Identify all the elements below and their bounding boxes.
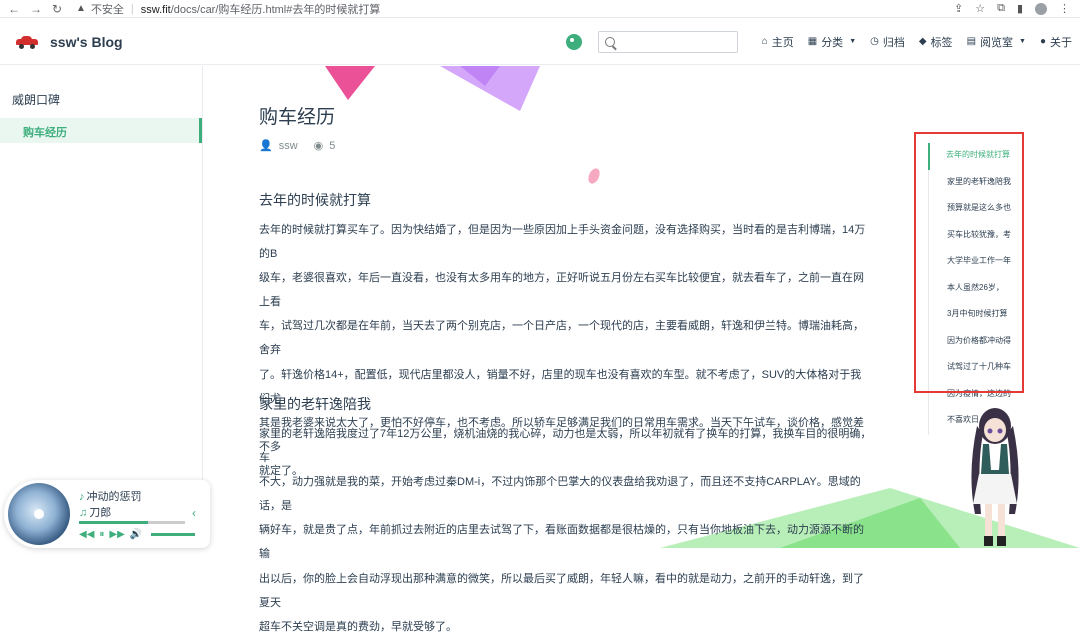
sidebar-item-active[interactable]: 购车经历 [0, 118, 202, 143]
warning-icon: ▲ [76, 3, 86, 14]
paragraph-line: 级车，老婆很喜欢，年后一直没看，也没有太多用车的地方，正好听说五月份左右买车比较… [259, 272, 864, 309]
reload-icon[interactable]: ↻ [52, 0, 62, 18]
decorative-ribbon [325, 66, 540, 111]
sidepanel-icon[interactable]: ▮ [1017, 2, 1023, 15]
pause-icon[interactable]: ⏸ [99, 529, 104, 540]
song-title-row: ♪ 冲动的惩罚 [79, 488, 142, 504]
nav-home-label: 主页 [771, 36, 794, 49]
paragraph-line: 辆好车，就是贵了点，年前抓过去附近的店里去试驾了下，看账面数据都是很枯燥的，只有… [259, 524, 864, 561]
search-input[interactable] [620, 35, 731, 48]
volume-icon[interactable]: 🔊 [130, 529, 142, 540]
nav-about[interactable]: ● 关于 [1040, 34, 1072, 50]
volume-slider[interactable] [151, 533, 196, 536]
car-logo-icon [16, 35, 38, 49]
paragraph-line: 超车不关空调是真的费劲，早就受够了。 [259, 620, 457, 633]
decorative-petal [588, 168, 600, 184]
url-host: ssw.fit [140, 3, 171, 16]
player-controls: ◀◀ ⏸ ▶▶ 🔊 [79, 529, 196, 540]
share-icon[interactable]: ⇪ [954, 2, 963, 15]
browser-nav: ← → ↻ [0, 0, 76, 18]
music-player: ♪ 冲动的惩罚 ♫ 刀郎 ◀◀ ⏸ ▶▶ 🔊 ‹ [4, 480, 210, 548]
music-note-icon: ♪ [79, 491, 85, 503]
album-cover[interactable] [8, 483, 70, 545]
forward-icon[interactable]: → [30, 0, 42, 18]
toc-highlight-box [914, 132, 1024, 393]
paragraph-line: 家里的老轩逸陪我度过了7年12万公里，烧机油烧的我心碎，动力也是太弱，所以年初就… [259, 428, 872, 465]
bookmark-star-icon[interactable]: ☆ [975, 2, 985, 15]
nav-reading-room-label: 阅览室 [980, 36, 1014, 49]
chevron-down-icon: ▼ [849, 38, 857, 45]
book-icon: ▤ [966, 36, 977, 47]
grid-icon: ▦ [807, 36, 818, 47]
nav-links: ⌂ 主页 ▦ 分类 ▼ ◷ 归档 ◆ 标签 ▤ 阅览室 ▼ ● 关于 [565, 30, 1080, 53]
clock-icon: ◷ [870, 36, 879, 47]
paragraph-line: 不大，动力强就是我的菜，开始考虑过秦DM-i，不过内饰那个巴掌大的仪表盘给我劝退… [259, 476, 861, 513]
progress-bar[interactable] [79, 521, 185, 524]
address-bar[interactable]: ▲ 不安全 | ssw.fit/docs/car/购车经历.html#去年的时候… [76, 1, 380, 17]
sidebar-group-title[interactable]: 威朗口碑 [0, 66, 202, 114]
user-icon: ● [1039, 36, 1046, 47]
nav-categories[interactable]: ▦ 分类 ▼ [808, 34, 856, 50]
page-title: 购车经历 [259, 107, 336, 128]
sidebar: 威朗口碑 购车经历 [0, 66, 203, 548]
view-count: 5 [329, 139, 336, 152]
views-icon: ◉ [313, 140, 324, 152]
paragraph-line: 去年的时候就打算买车了。因为快结婚了，但是因为一些原因加上手头资金问题，没有选择… [259, 224, 866, 261]
progress-fill [79, 521, 148, 524]
url-divider: | [130, 2, 134, 15]
profile-avatar[interactable] [1035, 2, 1047, 15]
tag-icon: ◆ [918, 36, 927, 47]
nav-home[interactable]: ⌂ 主页 [762, 34, 794, 50]
previous-icon[interactable]: ◀◀ [79, 529, 94, 540]
artist-row: ♫ 刀郎 [79, 504, 111, 520]
security-label: 不安全 [90, 3, 124, 16]
back-icon[interactable]: ← [8, 0, 20, 18]
url-path: /docs/car/购车经历.html#去年的时候就打算 [170, 3, 381, 16]
browser-actions: ⇪ ☆ ⧉ ▮ ⋮ [954, 2, 1080, 15]
section-heading: 家里的老轩逸陪我 [259, 396, 371, 412]
nav-archive-label: 归档 [882, 36, 905, 49]
author-name: ssw [278, 139, 298, 152]
artist-name: 刀郎 [89, 507, 112, 519]
nav-categories-label: 分类 [821, 36, 844, 49]
brand[interactable]: ssw's Blog [0, 34, 123, 50]
singer-icon: ♫ [79, 507, 88, 519]
paragraph-line: 出以后，你的脸上会自动浮现出那种满意的微笑，所以最后买了威朗，年轻人嘛，看中的就… [259, 572, 864, 609]
site-title[interactable]: ssw's Blog [50, 34, 123, 50]
nav-about-label: 关于 [1050, 36, 1072, 49]
search-icon [604, 36, 615, 47]
home-icon: ⌂ [761, 36, 768, 47]
section-paragraph: 家里的老轩逸陪我度过了7年12万公里，烧机油烧的我心碎，动力也是太弱，所以年初就… [259, 422, 872, 639]
live2d-mascot[interactable] [963, 404, 1027, 548]
palette-icon[interactable] [565, 33, 582, 50]
browser-toolbar: ← → ↻ ▲ 不安全 | ssw.fit/docs/car/购车经历.html… [0, 0, 1080, 18]
paragraph-line: 车，试驾过几次都是在年前，当天去了两个别克店，一个日产店，一个现代的店，主要看威… [259, 320, 864, 357]
chevron-down-icon: ▼ [1019, 38, 1026, 45]
nav-reading-room[interactable]: ▤ 阅览室 ▼ [967, 34, 1026, 50]
article-meta: 👤 ssw ◉ 5 [259, 139, 336, 153]
nav-archive[interactable]: ◷ 归档 [870, 34, 905, 50]
search-box[interactable] [597, 30, 738, 53]
author-icon: 👤 [259, 140, 273, 152]
section-heading: 去年的时候就打算 [259, 192, 371, 208]
next-icon[interactable]: ▶▶ [109, 529, 124, 540]
menu-kebab-icon[interactable]: ⋮ [1059, 2, 1070, 15]
nav-tags[interactable]: ◆ 标签 [919, 34, 953, 50]
site-navbar: ssw's Blog ⌂ 主页 ▦ 分类 ▼ ◷ 归档 ◆ 标签 ▤ 阅览室 ▼ [0, 19, 1080, 65]
extensions-icon[interactable]: ⧉ [997, 2, 1005, 15]
song-title: 冲动的惩罚 [86, 491, 142, 503]
nav-tags-label: 标签 [930, 36, 953, 49]
chevron-left-icon[interactable]: ‹ [192, 506, 196, 520]
